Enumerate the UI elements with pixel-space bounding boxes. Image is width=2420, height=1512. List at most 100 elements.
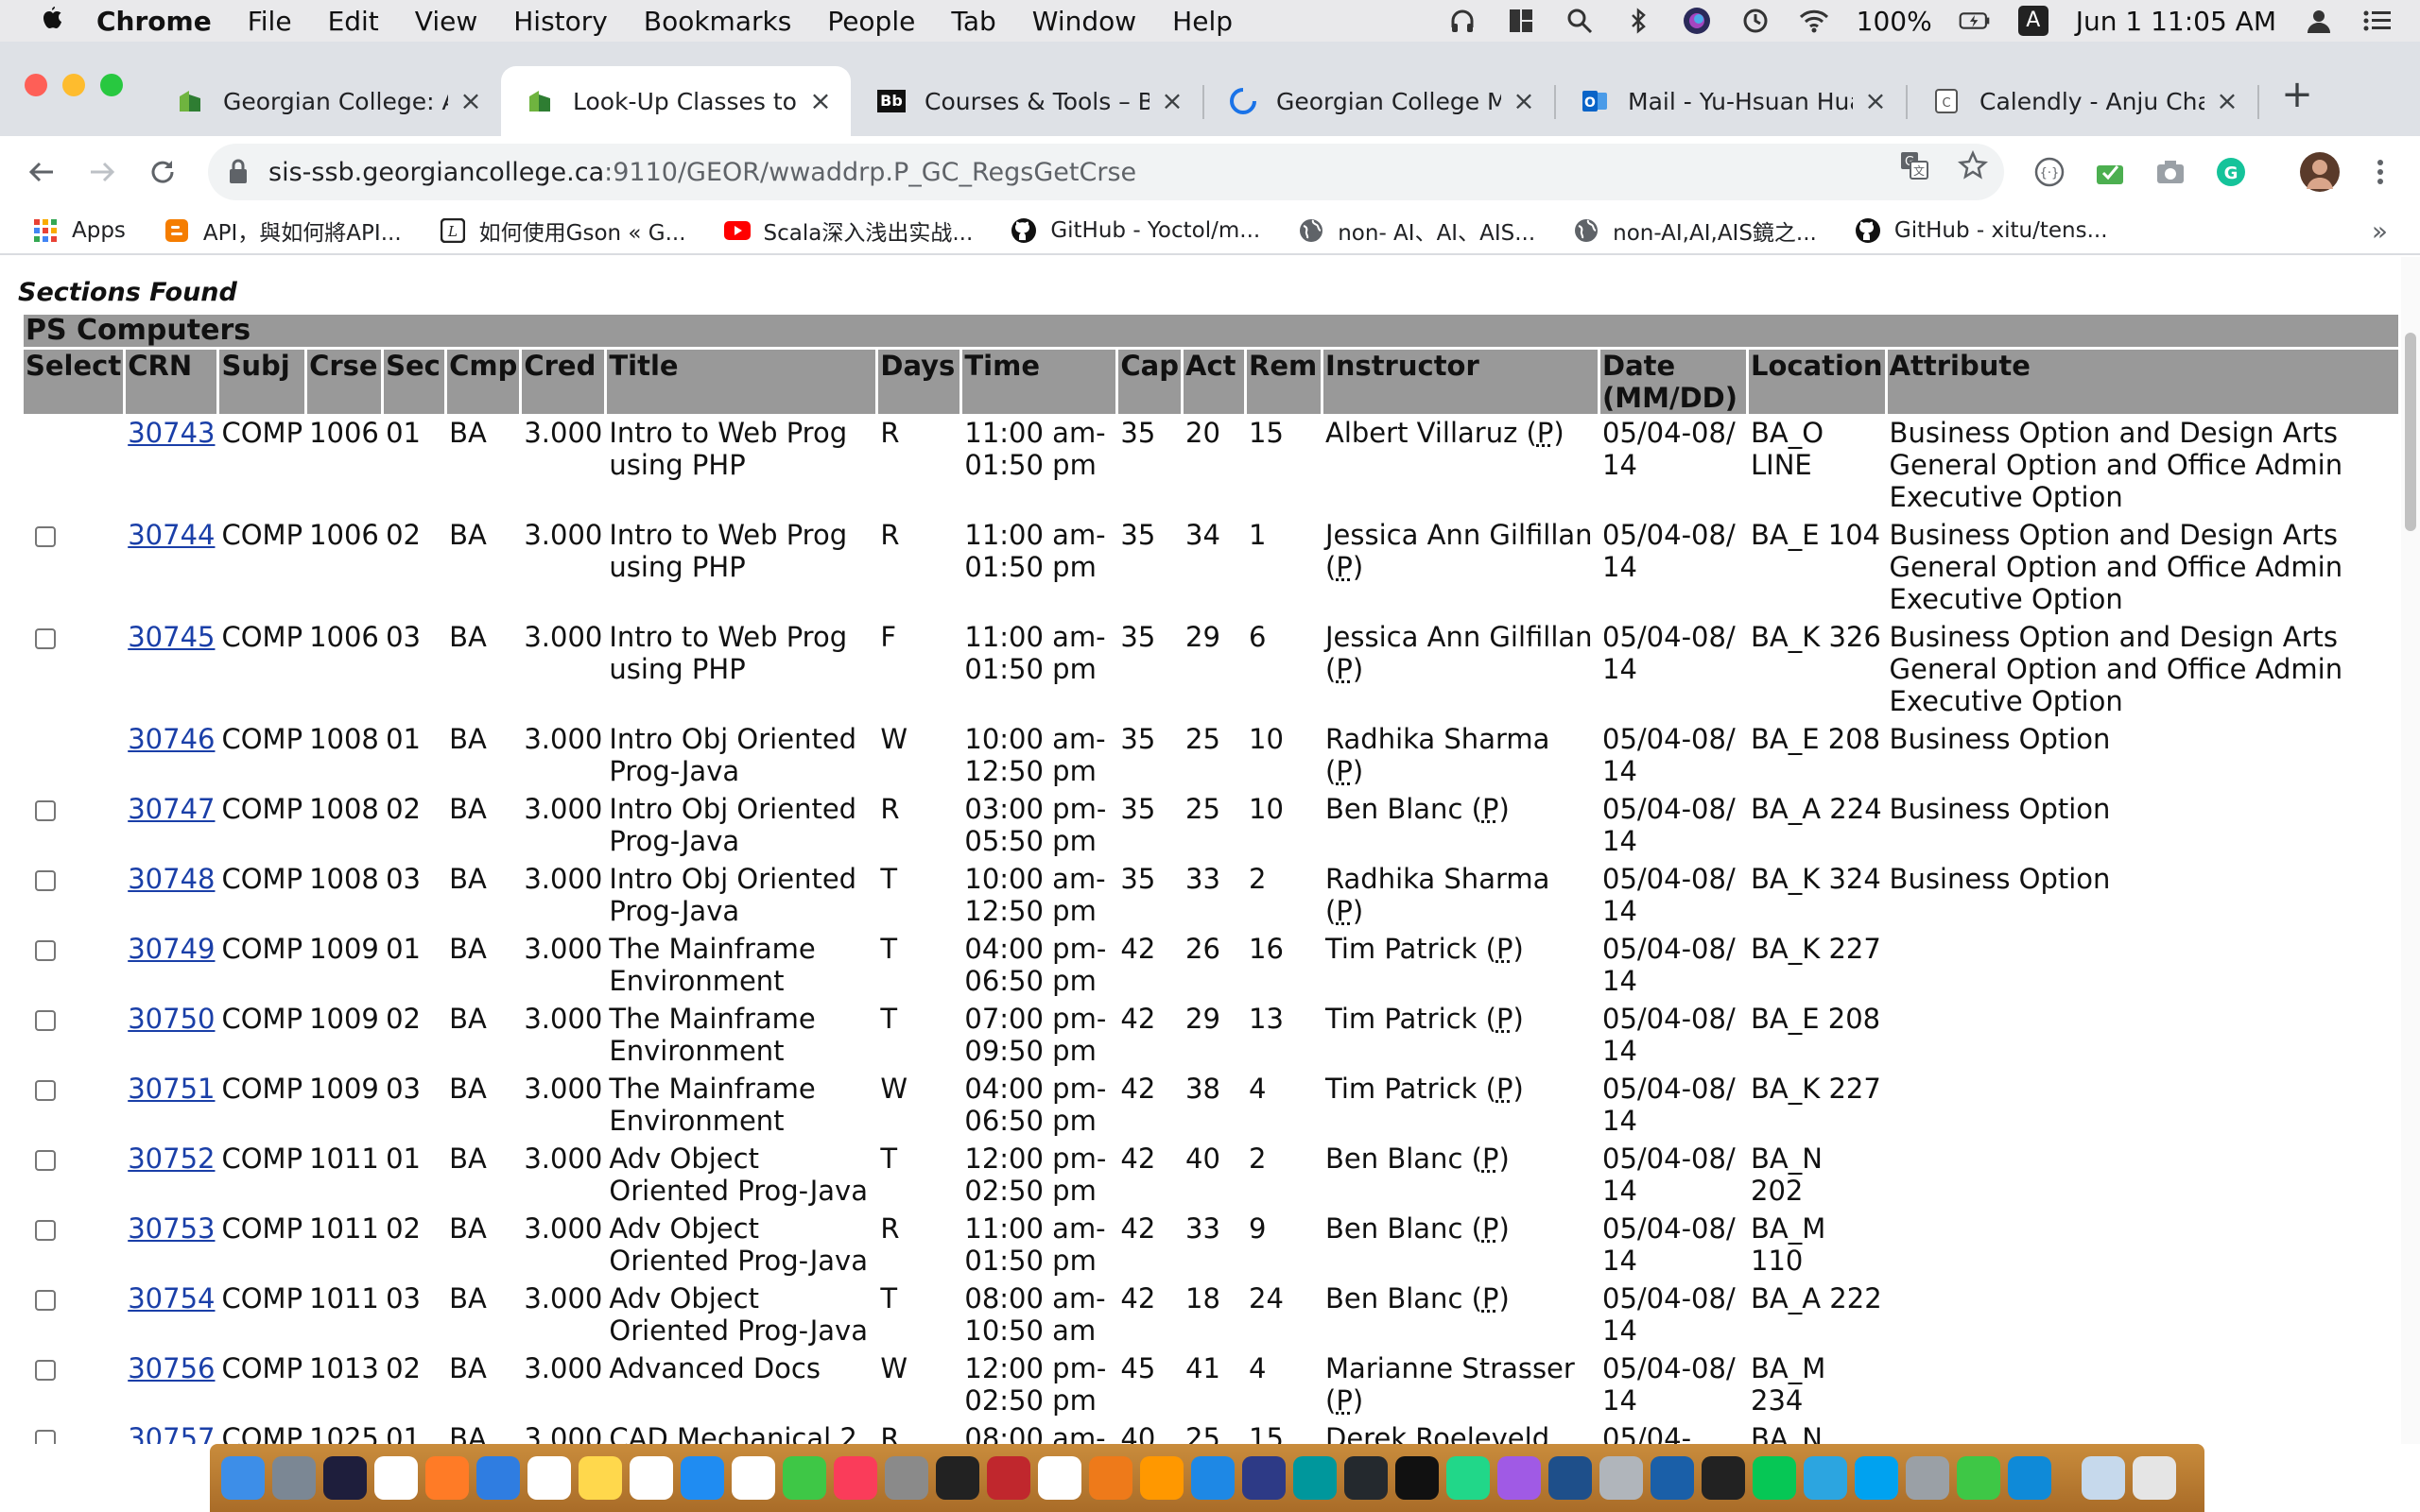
telegram-icon[interactable] [1804,1456,1847,1500]
clock[interactable]: Jun 1 11:05 AM [2076,6,2276,37]
scrollbar-thumb[interactable] [2405,333,2416,531]
pycharm-icon[interactable] [1446,1456,1490,1500]
crn-link[interactable]: 30746 [128,723,215,755]
menu-chrome[interactable]: Chrome [96,6,212,37]
crn-link[interactable]: 30745 [128,621,215,653]
app-store-icon[interactable] [681,1456,724,1500]
new-tab-button[interactable]: + [2274,74,2320,119]
select-checkbox[interactable] [35,526,56,547]
select-checkbox[interactable] [35,870,56,891]
finder-icon[interactable] [221,1456,265,1500]
siri-icon[interactable] [1681,5,1713,37]
bookmark-apps[interactable]: Apps [32,217,126,244]
close-tab-icon[interactable]: × [1864,88,1887,114]
save-extension-icon[interactable] [2093,155,2127,189]
select-checkbox[interactable] [35,1290,56,1311]
wifi-icon[interactable] [1798,5,1830,37]
forward-icon[interactable] [83,153,121,191]
phpstorm-icon[interactable] [1497,1456,1541,1500]
tab-calendly[interactable]: C Calendly - Anju Chaw × [1908,66,2257,136]
line-icon[interactable] [1753,1456,1796,1500]
db-icon[interactable] [1242,1456,1286,1500]
bookmark-non-ai-2[interactable]: non-AI,AI,AIS鏡之... [1573,215,1817,247]
tab-mail[interactable]: O Mail - Yu-Hsuan Huan × [1556,66,1906,136]
photos-icon[interactable] [732,1456,775,1500]
select-checkbox[interactable] [35,1150,56,1171]
crn-link[interactable]: 30750 [128,1003,215,1035]
time-machine-icon[interactable] [1739,5,1772,37]
crn-link[interactable]: 30752 [128,1143,215,1175]
codeblocks-icon[interactable] [1089,1456,1132,1500]
menu-help[interactable]: Help [1172,6,1233,37]
close-tab-icon[interactable]: × [459,88,482,114]
crn-link[interactable]: 30743 [128,417,215,449]
reload-icon[interactable] [144,153,182,191]
menu-edit[interactable]: Edit [328,6,379,37]
zoom-window-button[interactable] [100,74,123,96]
messages-icon[interactable] [783,1456,826,1500]
close-tab-icon[interactable]: × [2216,88,2238,114]
input-source-icon[interactable]: A [2017,5,2049,37]
vscode-icon[interactable] [1191,1456,1235,1500]
close-tab-icon[interactable]: × [1512,88,1535,114]
crn-link[interactable]: 30754 [128,1282,215,1314]
facetime-icon[interactable] [1957,1456,2000,1500]
notion-icon[interactable] [1038,1456,1081,1500]
window-layout-icon[interactable] [1505,5,1537,37]
bookmark-star-icon[interactable] [1957,149,1989,181]
grammarly-icon[interactable]: G [2214,155,2248,189]
notes-icon[interactable] [579,1456,622,1500]
select-checkbox[interactable] [35,1360,56,1381]
safari-icon[interactable] [476,1456,520,1500]
crn-link[interactable]: 30747 [128,793,215,825]
apple-menu-icon[interactable] [36,5,68,37]
crn-link[interactable]: 30744 [128,519,215,551]
crn-link[interactable]: 30748 [128,863,215,895]
screenshot-extension-icon[interactable] [2153,155,2187,189]
select-checkbox[interactable] [35,1430,56,1444]
menu-window[interactable]: Window [1032,6,1136,37]
firefox-icon[interactable] [425,1456,469,1500]
crn-link[interactable]: 30756 [128,1352,215,1384]
spotlight-search-icon[interactable] [1564,5,1596,37]
github-desktop-icon[interactable] [1344,1456,1388,1500]
reminders-icon[interactable] [630,1456,673,1500]
kite-icon[interactable] [1855,1456,1898,1500]
preview-icon[interactable] [1906,1456,1949,1500]
tab-look-up-classes[interactable]: Look-Up Classes to Ad × [501,66,851,136]
launchpad-icon[interactable] [272,1456,316,1500]
select-checkbox[interactable] [35,628,56,649]
calendar-icon[interactable] [527,1456,571,1500]
intellij-icon[interactable] [1395,1456,1439,1500]
menu-people[interactable]: People [827,6,915,37]
close-window-button[interactable] [25,74,47,96]
siri-icon[interactable] [323,1456,367,1500]
battery-charging-icon[interactable] [1959,5,1991,37]
bookmark-scala[interactable]: Scala深入浅出实战... [723,215,973,247]
chrome-icon[interactable] [374,1456,418,1500]
back-icon[interactable] [23,153,60,191]
json-viewer-extension-icon[interactable]: {·} [2032,155,2066,189]
select-checkbox[interactable] [35,1010,56,1031]
edge-icon[interactable] [2008,1456,2051,1500]
mysql-workbench-icon[interactable] [1548,1456,1592,1500]
datagrip-icon[interactable] [1702,1456,1745,1500]
crn-link[interactable]: 30751 [128,1073,215,1105]
bookmark-api[interactable]: API，與如何將API... [164,215,402,247]
select-checkbox[interactable] [35,1220,56,1241]
translate-icon[interactable]: G文 [1898,149,1930,181]
close-tab-icon[interactable]: × [809,88,832,114]
tab-courses-tools[interactable]: Bb Courses & Tools – Bla × [853,66,1202,136]
bookmarks-overflow-chevron-icon[interactable]: » [2372,215,2388,247]
system-preferences-icon[interactable] [885,1456,928,1500]
vertical-scrollbar[interactable] [2401,257,2420,1444]
user-account-icon[interactable] [2303,5,2335,37]
trash-icon[interactable] [2133,1456,2176,1500]
minimize-window-button[interactable] [62,74,85,96]
bookmark-non-ai[interactable]: non- AI、AI、AIS... [1298,215,1535,247]
menu-view[interactable]: View [415,6,477,37]
select-checkbox[interactable] [35,1080,56,1101]
music-icon[interactable] [834,1456,877,1500]
menu-history[interactable]: History [513,6,608,37]
bookmark-gson[interactable]: L 如何使用Gson « G... [440,215,686,247]
